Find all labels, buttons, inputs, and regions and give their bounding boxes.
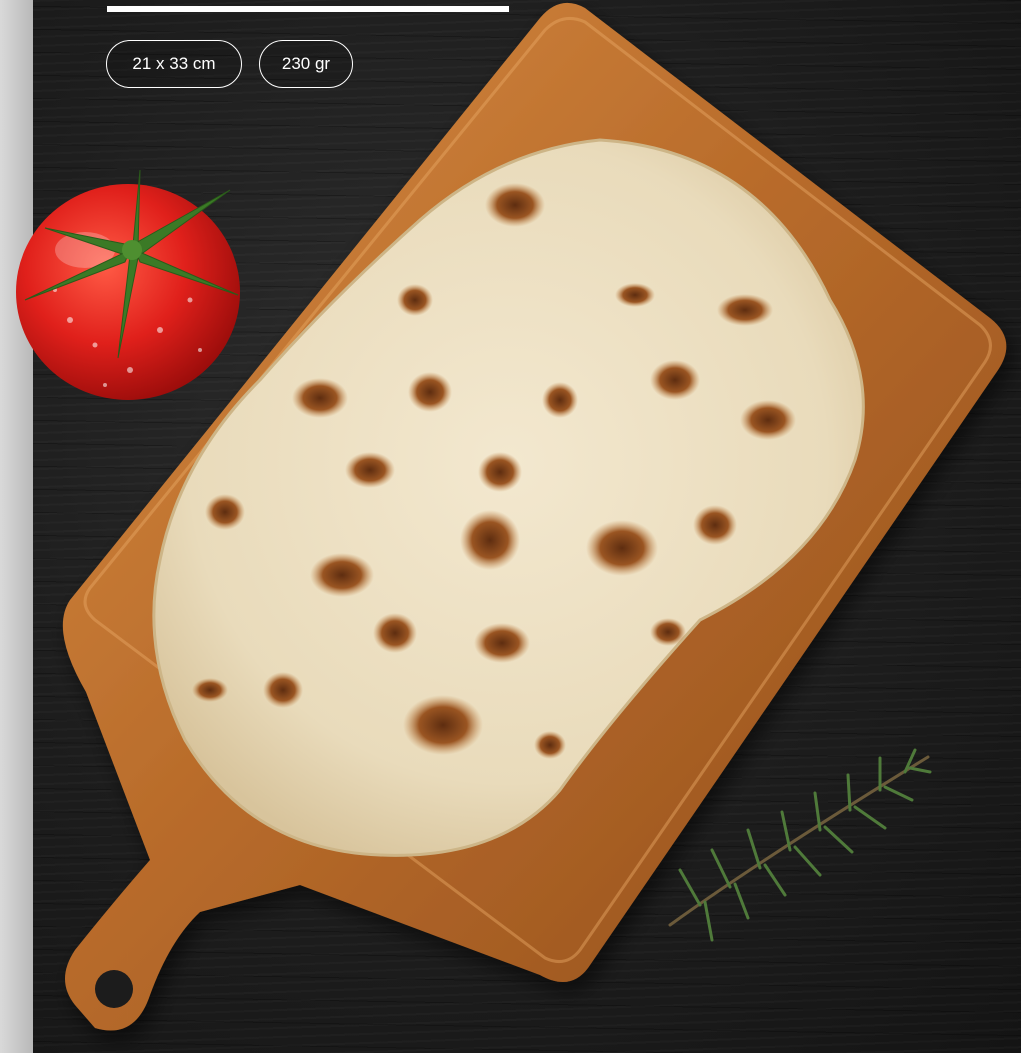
board-hang-hole bbox=[95, 970, 133, 1008]
weight-badge: 230 gr bbox=[259, 40, 353, 88]
size-badge: 21 x 33 cm bbox=[106, 40, 242, 88]
product-illustration bbox=[16, 2, 1007, 1031]
tomato-icon bbox=[16, 169, 240, 400]
flatbread bbox=[152, 138, 865, 857]
header-divider-line bbox=[107, 6, 509, 12]
